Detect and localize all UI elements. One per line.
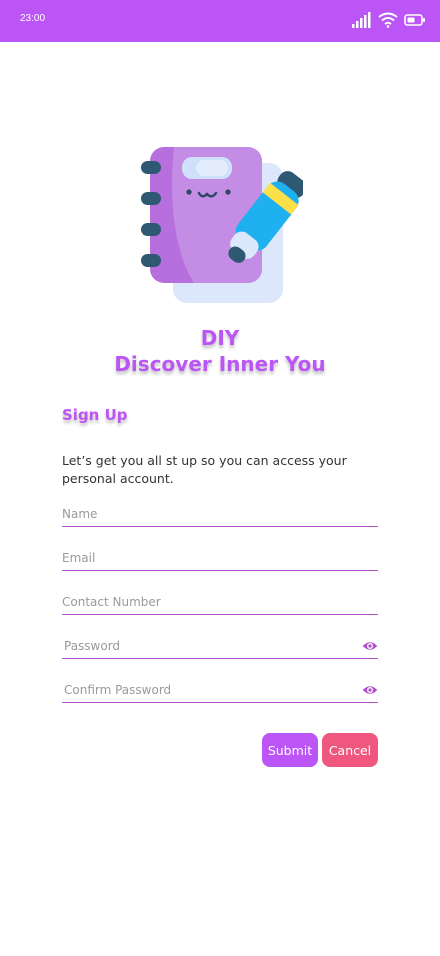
password-field-container <box>62 636 378 659</box>
name-field-container <box>62 504 378 527</box>
eye-icon[interactable] <box>362 684 378 696</box>
confirm-password-input[interactable] <box>64 680 354 700</box>
contact-field-container <box>62 592 378 615</box>
eye-icon[interactable] <box>362 640 378 652</box>
battery-icon <box>404 14 425 26</box>
notebook-with-pen-icon <box>141 147 303 303</box>
signup-heading: Sign Up <box>62 406 128 424</box>
wifi-icon <box>378 12 398 28</box>
confirm-password-field-container <box>62 680 378 703</box>
password-input[interactable] <box>64 636 354 656</box>
email-input[interactable] <box>62 548 352 568</box>
cancel-button[interactable]: Cancel <box>322 733 378 767</box>
status-time: 23:00 <box>20 13 46 24</box>
app-subtitle: Discover Inner You <box>114 352 326 376</box>
submit-button[interactable]: Submit <box>262 733 318 767</box>
app-title: DIY <box>200 326 240 350</box>
status-bar: 23:00 <box>0 0 440 42</box>
signal-icon <box>352 12 371 28</box>
status-icons <box>352 11 426 29</box>
contact-number-input[interactable] <box>62 592 352 612</box>
signup-description: Let’s get you all st up so you can acces… <box>62 453 347 486</box>
name-input[interactable] <box>62 504 352 524</box>
email-field-container <box>62 548 378 571</box>
